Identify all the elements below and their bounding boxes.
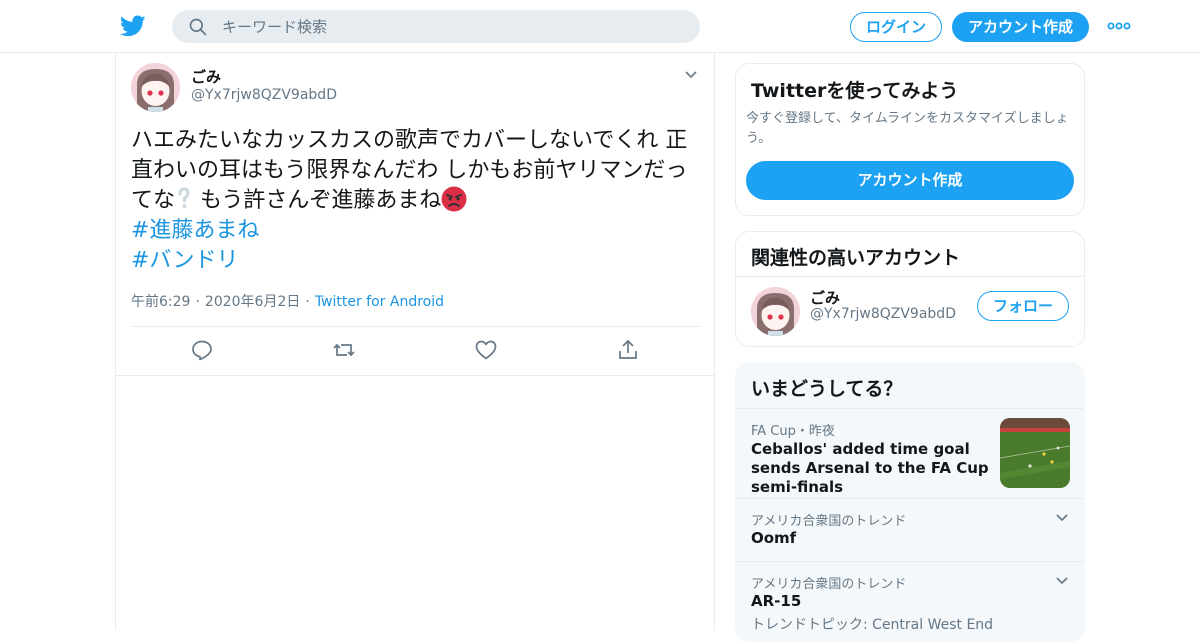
tweet-author-handle[interactable]: @Yx7rjw8QZV9abdD: [191, 87, 337, 103]
signup-card-title: Twitterを使ってみよう: [751, 80, 959, 102]
login-button[interactable]: ログイン: [850, 12, 942, 42]
follow-button[interactable]: フォロー: [977, 291, 1069, 321]
related-account-name[interactable]: ごみ: [810, 287, 840, 308]
trends-card: いまどうしてる？ FA Cup・昨夜 Ceballos' added time …: [735, 362, 1085, 642]
trend-topic: トレンドトピック: Central West End: [751, 617, 994, 633]
divider: [736, 561, 1084, 562]
trend-meta: FA Cup・昨夜: [751, 424, 835, 439]
search-box[interactable]: [172, 10, 700, 43]
trend-name: AR-15: [751, 592, 802, 610]
trend-meta: アメリカ合衆国のトレンド: [751, 577, 907, 592]
tweet-date[interactable]: 2020年6月2日: [205, 294, 300, 310]
more-dots-icon[interactable]: [1106, 16, 1132, 36]
tweet-column: ごみ @Yx7rjw8QZV9abdD ハエみたいなカッスカスの歌声でカバーしな…: [115, 53, 715, 630]
divider: [116, 375, 714, 376]
tweet-text: ハエみたいなカッスカスの歌声でカバーしないでくれ 正直わいの耳はもう限界なんだわ…: [131, 126, 701, 276]
search-input[interactable]: [222, 10, 682, 43]
twitter-bird-icon[interactable]: [118, 13, 148, 39]
share-icon[interactable]: [616, 338, 640, 362]
hashtag-link[interactable]: #バンドリ: [131, 246, 701, 276]
tweet-metadata: 午前6:29 · 2020年6月2日 · Twitter for Android: [131, 291, 444, 311]
white-question-mark-icon: [178, 187, 190, 208]
divider: [736, 498, 1084, 499]
signup-card: Twitterを使ってみよう 今すぐ登録して、タイムラインをカスタマイズしましょ…: [735, 63, 1085, 216]
related-account-handle[interactable]: @Yx7rjw8QZV9abdD: [810, 306, 956, 322]
trend-name: Oomf: [751, 529, 797, 547]
avatar[interactable]: [131, 63, 180, 112]
avatar-image: [131, 63, 180, 112]
signup-card-button[interactable]: アカウント作成: [746, 161, 1074, 200]
tweet-time[interactable]: 午前6:29: [131, 294, 190, 310]
signup-card-description: 今すぐ登録して、タイムラインをカスタマイズしましょう。: [746, 111, 1069, 146]
hashtag-link[interactable]: #進藤あまね: [131, 216, 701, 246]
divider: [131, 326, 700, 327]
tweet-source-link[interactable]: Twitter for Android: [315, 294, 444, 310]
trend-meta: アメリカ合衆国のトレンド: [751, 514, 907, 529]
chevron-down-icon[interactable]: [1054, 511, 1070, 525]
divider: [736, 408, 1084, 409]
chevron-down-icon[interactable]: [1054, 574, 1070, 588]
related-accounts-title: 関連性の高いアカウント: [751, 247, 961, 269]
avatar[interactable]: [751, 287, 800, 336]
separator-dot: ·: [195, 294, 200, 310]
retweet-icon[interactable]: [332, 338, 356, 362]
trend-headline: Ceballos' added time goal sends Arsenal …: [751, 440, 989, 496]
trend-thumbnail: [1000, 418, 1070, 488]
tweet-author-name[interactable]: ごみ: [191, 66, 221, 87]
chevron-down-icon[interactable]: [683, 68, 699, 82]
angry-face-icon: [441, 186, 467, 212]
reply-icon[interactable]: [190, 338, 214, 362]
divider: [736, 276, 1084, 277]
top-bar: ログイン アカウント作成: [0, 0, 1200, 53]
avatar-image: [751, 287, 800, 336]
signup-button[interactable]: アカウント作成: [952, 12, 1089, 42]
like-icon[interactable]: [474, 338, 498, 362]
separator-dot: ·: [305, 294, 310, 310]
search-icon: [189, 18, 207, 36]
trends-title: いまどうしてる？: [751, 378, 903, 400]
related-accounts-card: 関連性の高いアカウント ごみ @Yx7rjw8QZV9abdD フォロー: [735, 231, 1085, 347]
tweet-text-body-2: もう許さんぞ進藤あまね: [193, 188, 442, 213]
